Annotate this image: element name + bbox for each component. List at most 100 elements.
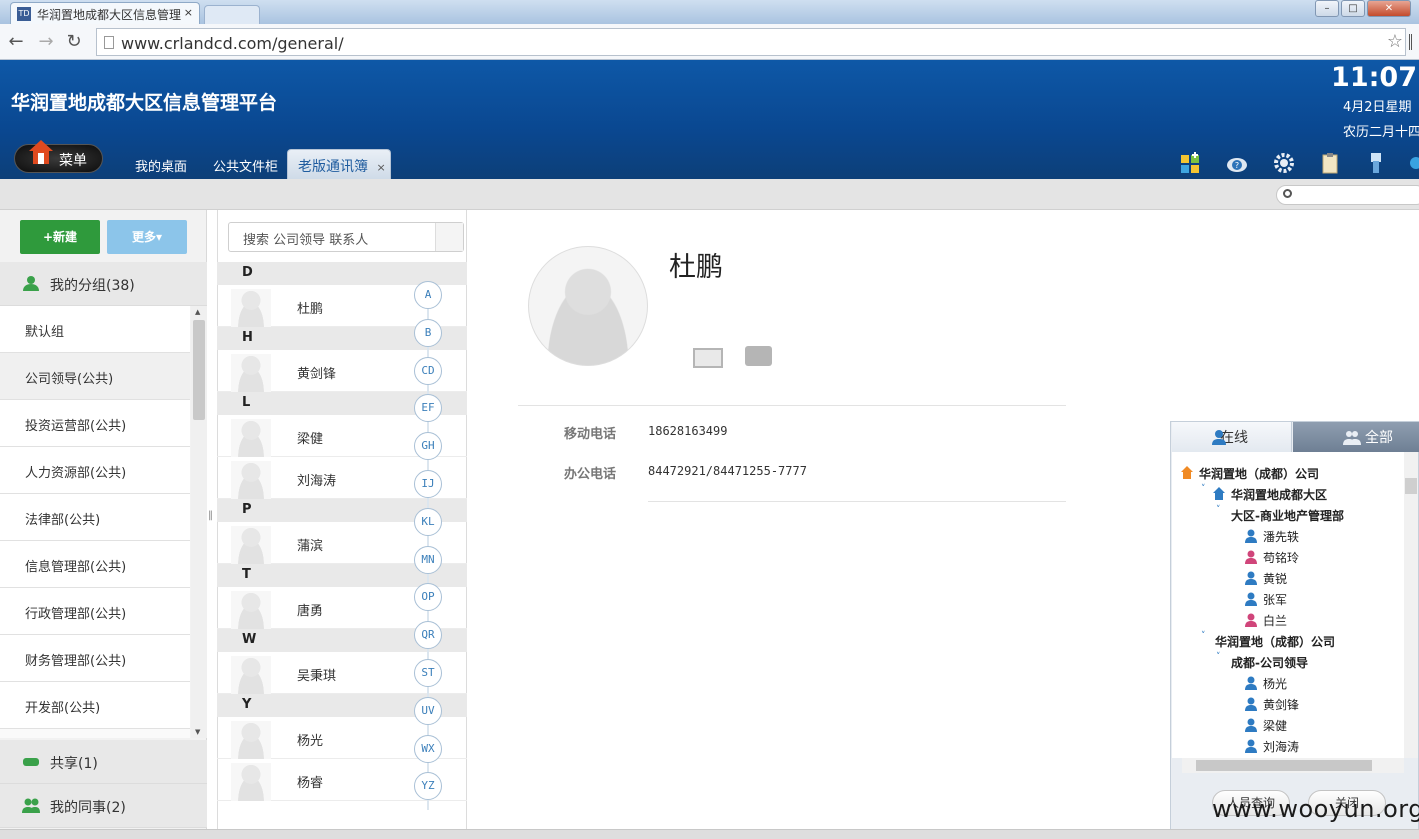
mobile-value: 18628163499 xyxy=(648,424,728,438)
house-icon xyxy=(1213,487,1225,500)
tree-person[interactable]: 潘先轶 xyxy=(1263,528,1299,545)
tree-person[interactable]: 黄剑锋 xyxy=(1263,696,1299,713)
tree-department[interactable]: 成都-公司领导 xyxy=(1231,654,1308,671)
more-button[interactable]: 更多▾ xyxy=(107,220,187,254)
caret-down-icon: ▾ xyxy=(155,230,163,244)
shared-header[interactable]: 共享(1) xyxy=(0,740,207,784)
tab-close-icon[interactable]: × xyxy=(184,6,193,19)
index-letter[interactable]: ST xyxy=(414,659,442,687)
group-item[interactable]: 人力资源部(公共) xyxy=(0,447,190,494)
tab-address-book[interactable]: 老版通讯簿 × xyxy=(287,149,391,179)
tree-person[interactable]: 张军 xyxy=(1263,591,1287,608)
tree-region[interactable]: 华润置地成都大区 xyxy=(1231,486,1327,503)
user-icon xyxy=(1245,676,1257,690)
minimize-icon[interactable]: – xyxy=(1315,0,1339,17)
expand-caret-icon[interactable]: ˅ xyxy=(1216,505,1221,515)
tree-person[interactable]: 梁健 xyxy=(1263,717,1287,734)
plus-icon: + xyxy=(42,230,54,244)
index-letter[interactable]: IJ xyxy=(414,470,442,498)
contact-avatar-icon xyxy=(231,656,271,694)
index-letter[interactable]: GH xyxy=(414,432,442,461)
tab-online[interactable]: 在线 xyxy=(1172,422,1292,452)
group-item[interactable]: 公司领导(公共) xyxy=(0,353,190,400)
clipboard-icon[interactable] xyxy=(1319,152,1341,174)
group-item[interactable]: 开发部(公共) xyxy=(0,682,190,729)
settings-gear-icon[interactable] xyxy=(1273,152,1295,174)
forward-icon[interactable]: → xyxy=(34,30,58,54)
tree-person[interactable]: 白兰 xyxy=(1263,612,1287,629)
users-icon xyxy=(1343,431,1361,445)
menu-label: 菜单 xyxy=(59,153,87,169)
maximize-icon[interactable]: □ xyxy=(1341,0,1365,17)
contact-avatar xyxy=(528,246,648,366)
group-item[interactable]: 财务管理部(公共) xyxy=(0,635,190,682)
tab-all[interactable]: 全部 xyxy=(1293,422,1419,452)
scrollbar-thumb[interactable] xyxy=(193,320,205,420)
scrollbar-thumb[interactable] xyxy=(1405,478,1417,494)
index-letter[interactable]: A xyxy=(414,281,442,309)
email-icon[interactable] xyxy=(693,348,723,368)
sub-toolbar xyxy=(0,179,1419,210)
expand-caret-icon[interactable]: ˅ xyxy=(1201,484,1206,494)
new-tab-button[interactable] xyxy=(204,5,260,24)
bookmark-star-icon[interactable]: ☆ xyxy=(1387,31,1403,52)
my-groups-header[interactable]: 我的分组(38) xyxy=(0,262,207,306)
reload-icon[interactable]: ↻ xyxy=(62,30,86,54)
tree-company[interactable]: 华润置地（成都）公司 xyxy=(1215,633,1335,650)
index-letter[interactable]: QR xyxy=(414,621,442,650)
tree-department[interactable]: 大区-商业地产管理部 xyxy=(1231,507,1344,524)
group-item[interactable]: 默认组 xyxy=(0,306,190,353)
contact-name-label: 杜鹏 xyxy=(297,302,324,317)
index-letter[interactable]: KL xyxy=(414,507,442,536)
group-item[interactable]: 信息管理部(公共) xyxy=(0,541,190,588)
tab-file-cabinet[interactable]: 公共文件柜 xyxy=(213,156,278,175)
index-letter[interactable]: CD xyxy=(414,356,442,385)
tab-address-book-close-icon[interactable]: × xyxy=(376,161,385,174)
tab-desktop[interactable]: 我的桌面 xyxy=(135,156,187,175)
expand-caret-icon[interactable]: ˅ xyxy=(1201,631,1206,641)
contact-name-label: 吴秉琪 xyxy=(297,669,337,684)
app-title: 华润置地成都大区信息管理平台 xyxy=(11,92,278,114)
group-item[interactable]: 法律部(公共) xyxy=(0,494,190,541)
address-bar[interactable]: www.crlandcd.com/general/ xyxy=(96,28,1406,56)
contact-avatar-icon xyxy=(231,461,271,499)
usb-key-icon[interactable] xyxy=(1365,152,1387,174)
group-list-scrollbar[interactable]: ▲ ▼ xyxy=(191,306,207,738)
splitter-handle[interactable]: ‖ xyxy=(208,510,213,521)
user-icon xyxy=(1245,739,1257,753)
index-letter[interactable]: MN xyxy=(414,545,442,574)
colleagues-header[interactable]: 我的同事(2) xyxy=(0,784,207,828)
user-icon xyxy=(23,276,39,291)
index-letter[interactable]: WX xyxy=(414,734,442,763)
tree-person[interactable]: 杨光 xyxy=(1263,675,1287,692)
help-cloud-icon[interactable]: ? xyxy=(1226,152,1248,174)
main-menu-button[interactable]: 菜单 xyxy=(14,140,103,173)
message-icon[interactable] xyxy=(745,346,772,366)
tree-vertical-scrollbar[interactable] xyxy=(1404,452,1418,758)
contact-avatar-icon xyxy=(231,526,271,564)
tree-person[interactable]: 苟铭玲 xyxy=(1263,549,1299,566)
tree-root[interactable]: 华润置地（成都）公司 xyxy=(1199,465,1319,482)
contact-search-icon[interactable] xyxy=(435,223,463,251)
back-icon[interactable]: ← xyxy=(4,30,28,54)
new-contact-button[interactable]: +新建 xyxy=(20,220,100,254)
index-letter[interactable]: UV xyxy=(414,696,442,725)
expand-caret-icon[interactable]: ˅ xyxy=(1216,652,1221,662)
tree-horizontal-scrollbar[interactable] xyxy=(1182,758,1404,773)
tree-person[interactable]: 黄锐 xyxy=(1263,570,1287,587)
window-close-icon[interactable]: ✕ xyxy=(1367,0,1411,17)
group-item[interactable]: 行政管理部(公共) xyxy=(0,588,190,635)
index-letter[interactable]: B xyxy=(414,318,442,347)
scrollbar-thumb[interactable] xyxy=(1196,760,1372,771)
svg-text:?: ? xyxy=(1235,161,1239,170)
extra-tool-icon[interactable] xyxy=(1408,152,1419,174)
apps-grid-icon[interactable] xyxy=(1180,152,1202,174)
contact-search-input[interactable]: 搜索 公司领导 联系人 xyxy=(228,222,464,252)
browser-tab[interactable]: TD 华润置地成都大区信息管理 × xyxy=(10,2,200,24)
tree-person[interactable]: 刘海涛 xyxy=(1263,738,1299,755)
global-search-input[interactable] xyxy=(1276,185,1419,205)
divider xyxy=(648,501,1066,502)
share-hand-icon xyxy=(23,758,39,766)
group-item[interactable]: 投资运营部(公共) xyxy=(0,400,190,447)
browser-menu-icon[interactable] xyxy=(1409,34,1419,50)
